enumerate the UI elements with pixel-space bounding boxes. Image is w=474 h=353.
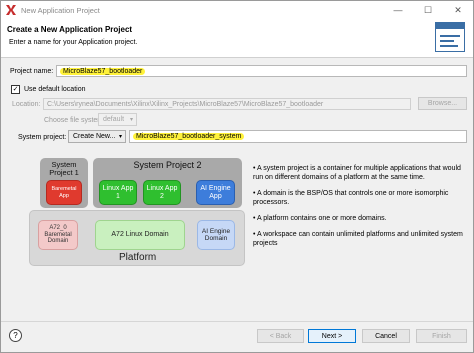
system-project-name-input[interactable]: MicroBlaze57_bootloader_system (129, 130, 467, 143)
bullet-domain: • A domain is the BSP/OS that controls o… (253, 190, 449, 206)
system-project-label: System project: (18, 134, 67, 141)
ai-engine-app-box: AI Engine App (196, 180, 235, 205)
location-label: Location: (12, 101, 41, 108)
ai-engine-domain-box: AI Engine Domain (197, 220, 235, 250)
finish-button[interactable]: Finish (416, 329, 467, 343)
project-name-input[interactable]: MicroBlaze57_bootloader (56, 65, 467, 77)
use-default-location-label: Use default location (24, 86, 86, 93)
system-project-name-value: MicroBlaze57_bootloader_system (133, 133, 245, 140)
a72-baremetal-domain-box: A72_0 Baremetal Domain (38, 220, 78, 250)
linux-app-2-box: Linux App 2 (143, 180, 181, 205)
footer-divider (1, 321, 473, 322)
xilinx-logo-icon (6, 5, 16, 15)
page-subtitle: Enter a name for your Application projec… (9, 39, 138, 46)
next-button[interactable]: Next > (308, 329, 356, 343)
location-input[interactable]: C:\Users\rynea\Documents\Xilinx\Xilinx_P… (43, 98, 411, 110)
bullet-platform: • A platform contains one or more domain… (253, 215, 387, 222)
system-project-select[interactable]: Create New... ▾ (68, 130, 126, 143)
wizard-banner-icon (435, 22, 465, 52)
project-name-label: Project name: (10, 68, 54, 75)
system-project-diagram: System Project 1 System Project 2 Bareme… (29, 158, 245, 266)
maximize-button[interactable]: ☐ (413, 1, 443, 19)
system-project-1-label: System Project 1 (49, 160, 79, 178)
baremetal-app-box: Baremetal App (46, 180, 82, 205)
file-system-value: default (103, 116, 125, 123)
platform-label: Platform (119, 252, 157, 263)
minimize-button[interactable]: — (383, 1, 413, 19)
back-button[interactable]: < Back (257, 329, 304, 343)
title-bar: New Application Project — ☐ ✕ (1, 1, 473, 19)
a72-linux-domain-box: A72 Linux Domain (95, 220, 185, 250)
use-default-location-checkbox[interactable]: ✓ (11, 85, 20, 94)
file-system-select[interactable]: default ▾ (98, 113, 137, 126)
help-icon[interactable]: ? (9, 329, 22, 342)
cancel-button[interactable]: Cancel (362, 329, 410, 343)
linux-app-1-box: Linux App 1 (99, 180, 137, 205)
project-name-value: MicroBlaze57_bootloader (60, 68, 146, 75)
page-title: Create a New Application Project (7, 25, 133, 34)
bullet-workspace: • A workspace can contain unlimited plat… (253, 231, 463, 247)
wizard-header: Create a New Application Project Enter a… (1, 19, 473, 58)
close-button[interactable]: ✕ (443, 1, 473, 19)
chevron-down-icon: ▾ (118, 134, 122, 140)
help-text: • A system project is a container for mu… (253, 164, 468, 255)
window-title: New Application Project (21, 5, 100, 15)
browse-button[interactable]: Browse... (418, 97, 467, 110)
system-project-2-label: System Project 2 (133, 160, 202, 170)
chevron-down-icon: ▾ (129, 117, 133, 123)
file-system-label: Choose file system: (44, 117, 106, 124)
dialog-window: New Application Project — ☐ ✕ Create a N… (0, 0, 474, 353)
system-project-select-value: Create New... (73, 133, 116, 140)
bullet-system-project: • A system project is a container for mu… (253, 165, 461, 181)
